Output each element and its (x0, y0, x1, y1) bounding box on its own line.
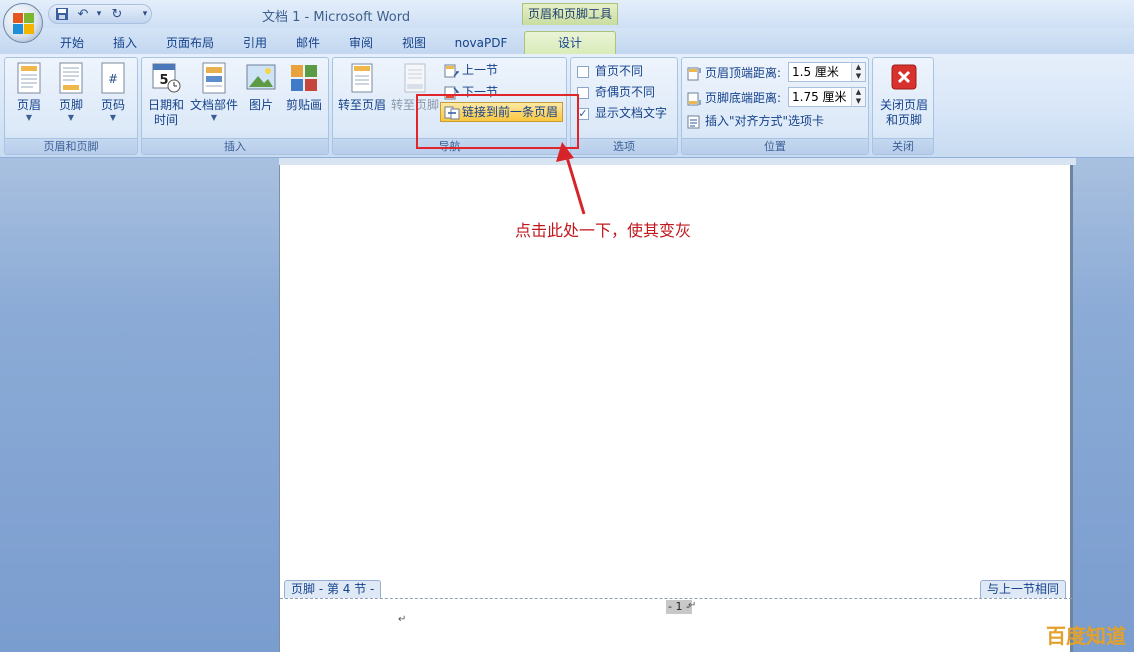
group-label-header-footer: 页眉和页脚 (5, 138, 137, 154)
alignment-tab-icon (687, 115, 702, 129)
clip-art-icon (289, 62, 319, 94)
customize-qat-icon[interactable]: ▾ (137, 7, 153, 22)
spinner-arrows-icon[interactable]: ▲ ▼ (851, 88, 865, 106)
group-position: 页眉顶端距离: 1.5 厘米 ▲ ▼ 页脚底端距离: 1.75 厘米 ▲ ▼ 插入"… (681, 57, 869, 155)
footer-section-tag: 页脚 - 第 4 节 - (284, 580, 382, 598)
insert-alignment-tab-button[interactable]: 插入"对齐方式"选项卡 (687, 111, 824, 131)
header-distance-input[interactable]: 1.5 厘米 ▲ ▼ (788, 62, 866, 82)
tab-design[interactable]: 设计 (524, 31, 616, 55)
group-close: 关闭页眉 和页脚 关闭 (872, 57, 934, 155)
close-header-footer-button[interactable]: 关闭页眉 和页脚 (876, 62, 932, 127)
goto-header-icon (347, 62, 377, 94)
tab-mailings[interactable]: 邮件 (288, 32, 328, 54)
goto-header-button[interactable]: 转至页眉 (336, 62, 388, 113)
save-icon[interactable] (54, 7, 70, 22)
tab-insert[interactable]: 插入 (105, 32, 145, 54)
svg-text:5: 5 (159, 73, 168, 88)
tab-home[interactable]: 开始 (52, 32, 92, 54)
quick-parts-icon (199, 62, 229, 94)
calendar-clock-icon: 5 (151, 62, 181, 94)
header-position-icon (687, 67, 702, 81)
group-insert: 5 日期和 时间 文档部件 ▼ 图片 剪贴画 插入 (141, 57, 329, 155)
contextual-tab-title: 页眉和页脚工具 (522, 3, 618, 25)
chevron-down-icon: ▼ (67, 113, 75, 122)
footer-boundary-line (280, 598, 1072, 599)
undo-dropdown-icon[interactable]: ▾ (91, 7, 107, 22)
quick-parts-button[interactable]: 文档部件 ▼ (189, 62, 239, 123)
close-icon (889, 62, 919, 94)
redo-icon[interactable]: ↻ (109, 7, 125, 22)
footer-distance-input[interactable]: 1.75 厘米 ▲ ▼ (788, 87, 866, 107)
footer-from-bottom-label: 页脚底端距离: (687, 88, 781, 108)
previous-section-icon (444, 64, 460, 78)
header-from-top-label: 页眉顶端距离: (687, 63, 781, 83)
previous-section-button[interactable]: 上一节 (444, 60, 498, 80)
page-top-edge (279, 158, 1076, 165)
chevron-down-icon: ▼ (25, 113, 33, 122)
office-button[interactable] (3, 3, 43, 43)
group-label-position: 位置 (682, 138, 868, 154)
tab-page-layout[interactable]: 页面布局 (160, 32, 220, 54)
quick-access-toolbar: ↶ ▾ ↻ ▾ (48, 4, 152, 24)
svg-text:#: # (108, 72, 118, 86)
tab-view[interactable]: 视图 (394, 32, 434, 54)
footer-icon (56, 62, 86, 94)
page-number-icon: # (98, 62, 128, 94)
chevron-down-icon: ▼ (210, 113, 218, 122)
spinner-arrows-icon[interactable]: ▲ ▼ (851, 63, 865, 81)
group-label-close: 关闭 (873, 138, 933, 154)
footer-position-icon (687, 92, 702, 106)
group-label-insert: 插入 (142, 138, 328, 154)
different-odd-even-checkbox[interactable]: 奇偶页不同 (577, 82, 655, 102)
ribbon-tabs: 开始 插入 页面布局 引用 邮件 审阅 视图 novaPDF 设计 (0, 28, 1134, 55)
show-document-text-checkbox[interactable]: ✓ 显示文档文字 (577, 103, 667, 123)
title-bar: ↶ ▾ ↻ ▾ 文档 1 - Microsoft Word 页眉和页脚工具 (0, 0, 1134, 28)
header-button[interactable]: 页眉 ▼ (9, 62, 49, 123)
paragraph-mark: ↵ (398, 614, 407, 625)
picture-button[interactable]: 图片 (242, 62, 280, 113)
picture-icon (246, 62, 276, 94)
office-logo-icon (13, 13, 34, 34)
paragraph-mark: ↵ (688, 600, 697, 611)
same-as-previous-tag: 与上一节相同 (980, 580, 1067, 598)
chevron-down-icon: ▼ (109, 113, 117, 122)
tab-references[interactable]: 引用 (235, 32, 275, 54)
svg-text:百度知道: 百度知道 (1046, 624, 1126, 648)
baidu-zhidao-watermark: 百度知道 (1046, 622, 1132, 652)
window-title: 文档 1 - Microsoft Word (262, 10, 411, 25)
goto-footer-icon (400, 62, 430, 94)
annotation-text: 点击此处一下，使其变灰 (515, 221, 692, 240)
page-number-button[interactable]: # 页码 ▼ (93, 62, 133, 123)
tab-review[interactable]: 审阅 (341, 32, 381, 54)
date-time-button[interactable]: 5 日期和 时间 (145, 62, 187, 127)
group-header-footer: 页眉 ▼ 页脚 ▼ # 页码 ▼ 页眉和页脚 (4, 57, 138, 155)
annotation-arrow-icon (556, 142, 586, 215)
tab-novapdf[interactable]: novaPDF (448, 32, 514, 54)
different-first-page-checkbox[interactable]: 首页不同 (577, 61, 643, 81)
clip-art-button[interactable]: 剪贴画 (282, 62, 326, 113)
checkbox-icon (577, 65, 589, 78)
header-icon (14, 62, 44, 94)
undo-icon[interactable]: ↶ (75, 7, 91, 22)
footer-button[interactable]: 页脚 ▼ (51, 62, 91, 123)
